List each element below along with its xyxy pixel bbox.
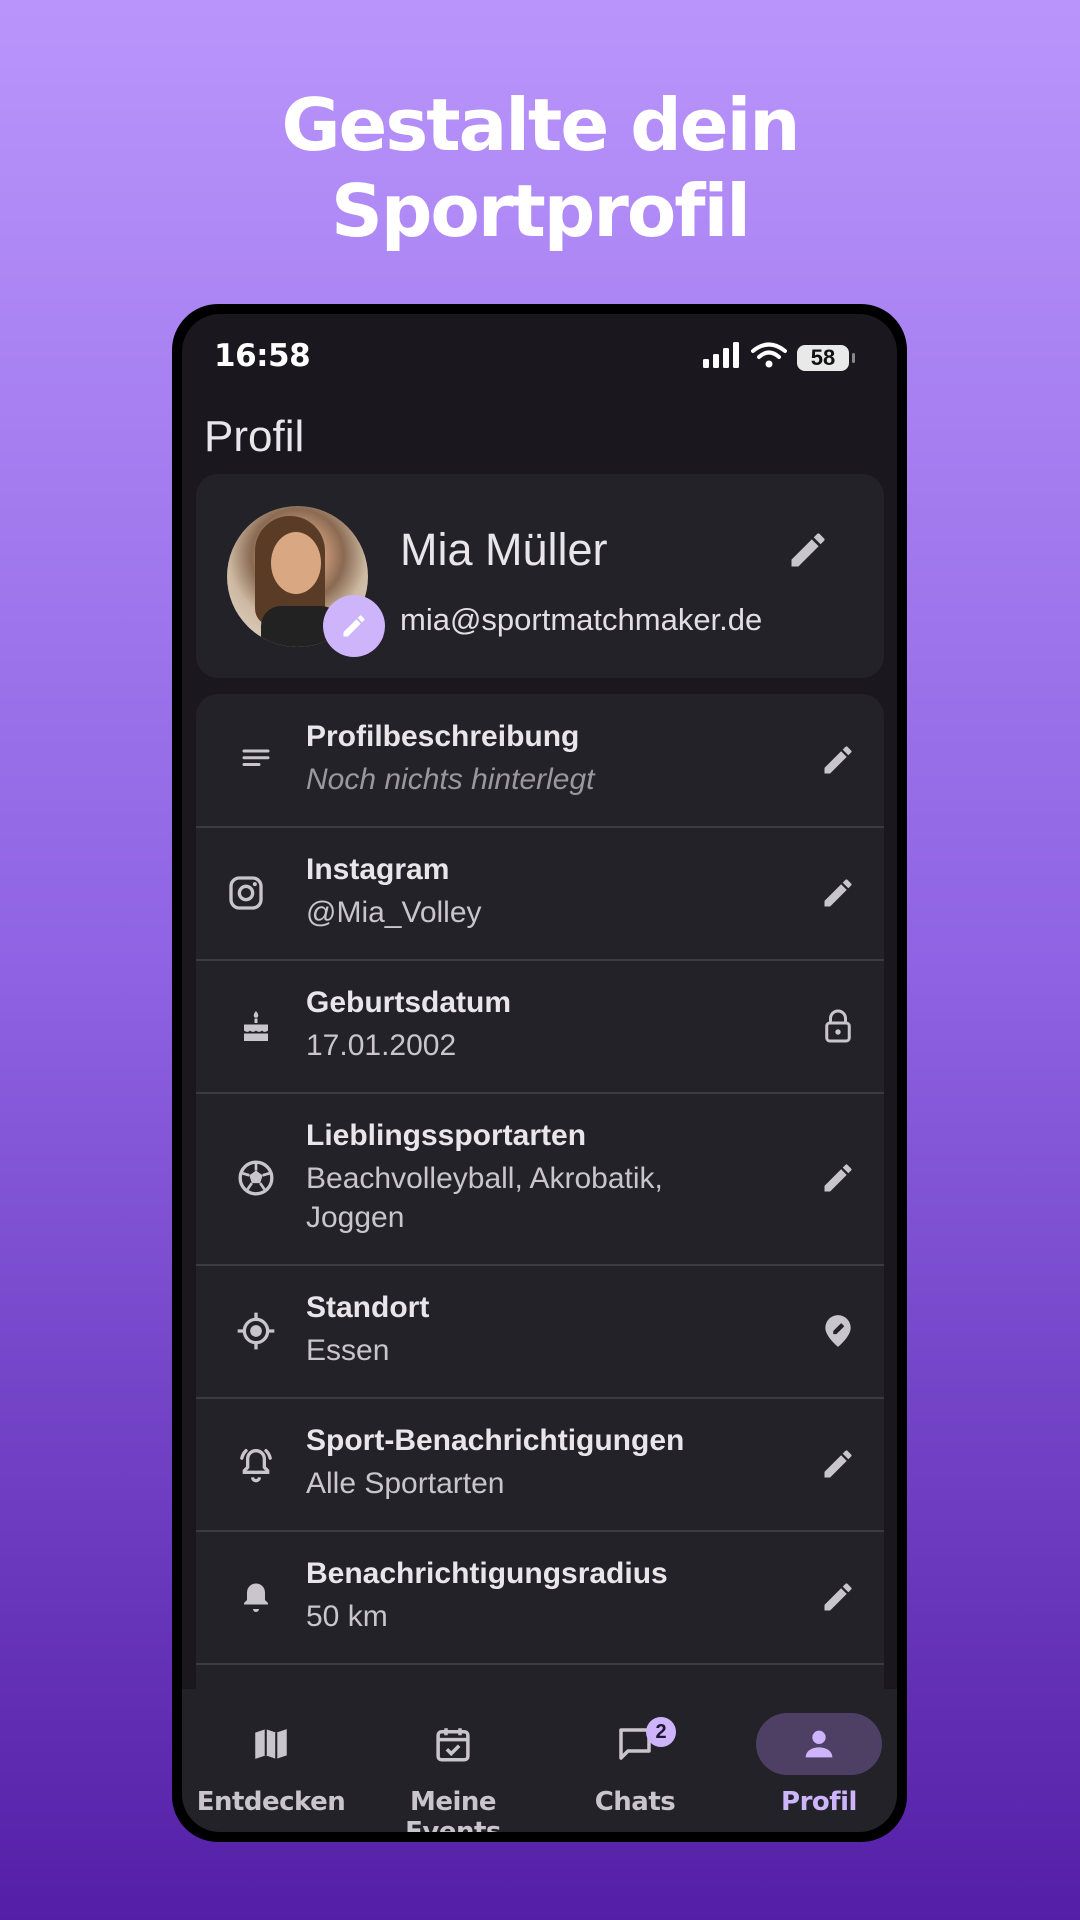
pencil-icon bbox=[824, 746, 852, 774]
row-value: 50 km bbox=[306, 1600, 388, 1633]
person-icon bbox=[756, 1713, 882, 1775]
list-item-instagram[interactable]: Instagram @Mia_Volley bbox=[196, 827, 884, 961]
list-item-profilbeschreibung[interactable]: Profilbeschreibung Noch nichts hinterleg… bbox=[196, 694, 884, 828]
pencil-icon bbox=[343, 615, 365, 637]
edit-button[interactable] bbox=[816, 1156, 860, 1200]
edit-button[interactable] bbox=[816, 1575, 860, 1619]
calendar-check-icon bbox=[390, 1713, 516, 1775]
notes-icon bbox=[234, 738, 278, 782]
row-value: Beachvolleyball, Akrobatik, Joggen bbox=[306, 1162, 663, 1234]
profile-settings-list: Profilbeschreibung Noch nichts hinterleg… bbox=[196, 694, 884, 1814]
phone-frame: 16:58 58 Profil Mia Müller mia@sportmatc… bbox=[172, 304, 907, 1842]
profile-name: Mia Müller bbox=[400, 524, 608, 575]
edit-button[interactable] bbox=[816, 1442, 860, 1486]
nav-label: Chats bbox=[594, 1787, 676, 1817]
row-title: Lieblingssportarten bbox=[306, 1119, 587, 1152]
wifi-icon bbox=[751, 342, 787, 373]
chat-icon bbox=[572, 1713, 698, 1775]
pencil-icon bbox=[824, 1583, 852, 1611]
status-time: 16:58 bbox=[214, 338, 311, 374]
edit-name-button[interactable] bbox=[786, 528, 830, 577]
signal-icon bbox=[703, 342, 741, 373]
headline-line-1: Gestalte dein bbox=[281, 83, 800, 167]
app-screen: 16:58 58 Profil Mia Müller mia@sportmatc… bbox=[182, 314, 897, 1832]
pencil-icon bbox=[824, 1164, 852, 1192]
row-title: Benachrichtigungsradius bbox=[306, 1557, 668, 1590]
location-edit-button[interactable] bbox=[816, 1309, 860, 1353]
nav-chats[interactable]: 2 Chats bbox=[546, 1689, 724, 1832]
status-bar: 16:58 58 bbox=[182, 314, 897, 394]
edit-button[interactable] bbox=[816, 871, 860, 915]
bell-icon bbox=[234, 1575, 278, 1619]
row-title: Standort bbox=[306, 1291, 430, 1324]
row-title: Sport-Benachrichtigungen bbox=[306, 1424, 685, 1457]
lock-icon bbox=[816, 1004, 860, 1048]
row-value: @Mia_Volley bbox=[306, 896, 482, 929]
pencil-icon bbox=[824, 879, 852, 907]
page-title: Profil bbox=[204, 412, 305, 461]
location-target-icon bbox=[234, 1309, 278, 1353]
alarm-bell-icon bbox=[234, 1442, 278, 1486]
list-item-sport-benachrichtigungen[interactable]: Sport-Benachrichtigungen Alle Sportarten bbox=[196, 1398, 884, 1532]
nav-profil[interactable]: Profil bbox=[730, 1689, 897, 1832]
row-value: Essen bbox=[306, 1334, 390, 1367]
headline-line-2: Sportprofil bbox=[331, 169, 751, 253]
row-title: Profilbeschreibung bbox=[306, 720, 580, 753]
list-item-standort[interactable]: Standort Essen bbox=[196, 1265, 884, 1399]
pencil-icon bbox=[824, 1450, 852, 1478]
instagram-icon bbox=[224, 871, 268, 915]
nav-label: Profil bbox=[781, 1787, 857, 1817]
promo-headline: Gestalte dein Sportprofil bbox=[0, 82, 1080, 254]
row-title: Geburtsdatum bbox=[306, 986, 512, 1019]
edit-button[interactable] bbox=[816, 738, 860, 782]
row-value: 17.01.2002 bbox=[306, 1029, 457, 1062]
row-title: Instagram bbox=[306, 853, 450, 886]
cake-icon bbox=[234, 1004, 278, 1048]
location-edit-icon bbox=[825, 1315, 851, 1347]
soccer-ball-icon bbox=[234, 1156, 278, 1200]
status-icons: 58 bbox=[703, 342, 855, 373]
list-item-benachrichtigungsradius[interactable]: Benachrichtigungsradius 50 km bbox=[196, 1531, 884, 1665]
nav-label: Entdecken bbox=[196, 1787, 346, 1817]
nav-label: Meine Events bbox=[405, 1787, 501, 1832]
row-value: Alle Sportarten bbox=[306, 1467, 505, 1500]
bottom-navigation: Entdecken Meine Events 2 Chats Profil bbox=[182, 1689, 897, 1832]
avatar-edit-button[interactable] bbox=[323, 595, 385, 657]
chat-unread-badge: 2 bbox=[646, 1717, 676, 1747]
pencil-icon bbox=[791, 533, 825, 567]
nav-entdecken[interactable]: Entdecken bbox=[182, 1689, 360, 1832]
map-icon bbox=[208, 1713, 334, 1775]
nav-meine-events[interactable]: Meine Events bbox=[364, 1689, 542, 1832]
battery-icon: 58 bbox=[797, 344, 855, 371]
list-item-geburtsdatum[interactable]: Geburtsdatum 17.01.2002 bbox=[196, 960, 884, 1094]
list-item-lieblingssportarten[interactable]: Lieblingssportarten Beachvolleyball, Akr… bbox=[196, 1093, 884, 1266]
profile-card: Mia Müller mia@sportmatchmaker.de bbox=[196, 474, 884, 678]
profile-email: mia@sportmatchmaker.de bbox=[400, 602, 763, 637]
row-value: Noch nichts hinterlegt bbox=[306, 763, 595, 796]
